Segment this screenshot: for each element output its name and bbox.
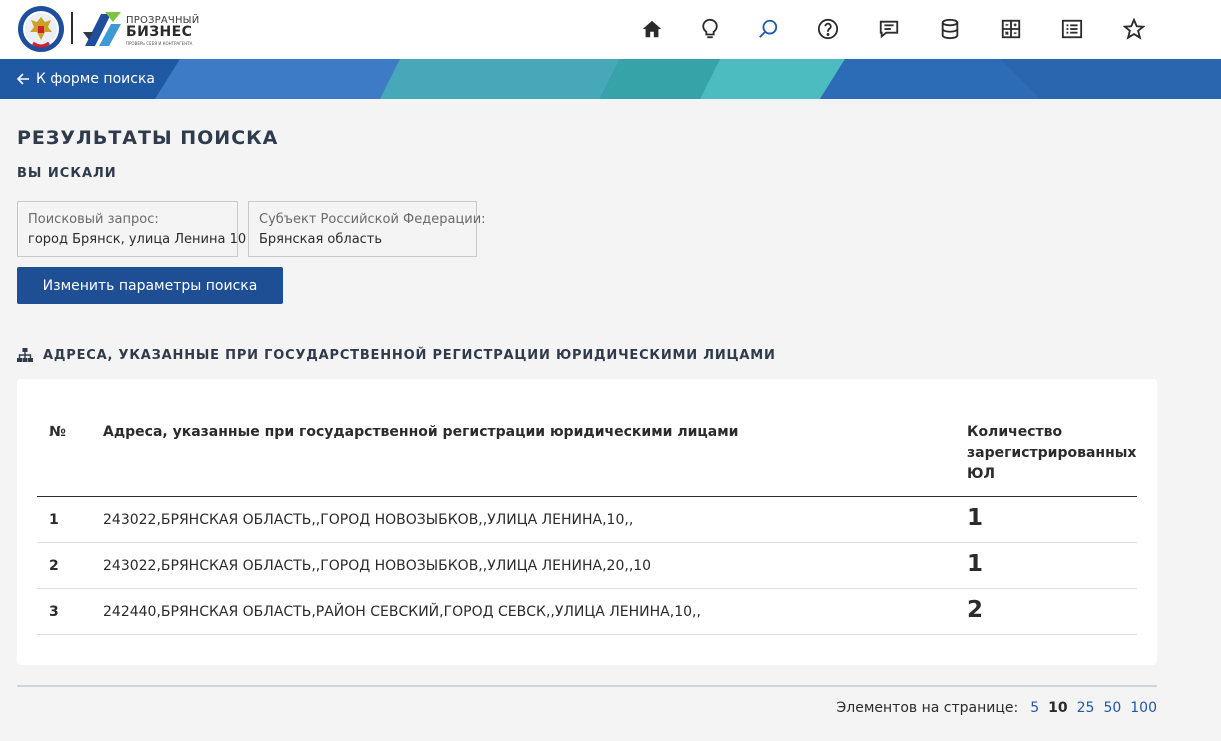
column-header-count-line: Количество [967,424,1063,440]
results-table-card: № Адреса, указанные при государственной … [17,379,1157,665]
filter-chip-value: город Брянск, улица Ленина 10 [28,232,247,247]
section-heading: АДРЕСА, УКАЗАННЫЕ ПРИ ГОСУДАРСТВЕННОЙ РЕ… [17,345,776,365]
page-size-selector: Элементов на странице: 5 10 25 50 100 [837,697,1158,719]
star-icon[interactable] [1121,16,1147,42]
row-number: 2 [49,558,59,574]
row-count: 2 [967,597,984,623]
page-size-option-50[interactable]: 50 [1103,700,1121,716]
page-title: РЕЗУЛЬТАТЫ ПОИСКА [17,127,279,149]
row-number: 3 [49,604,59,620]
page-size-option-10[interactable]: 10 [1048,700,1067,716]
section-title: АДРЕСА, УКАЗАННЫЕ ПРИ ГОСУДАРСТВЕННОЙ РЕ… [43,347,776,363]
home-icon[interactable] [639,16,665,42]
list-icon[interactable] [1059,16,1085,42]
change-search-params-button[interactable]: Изменить параметры поиска [17,267,283,304]
page-size-option-25[interactable]: 25 [1077,700,1095,716]
filter-chip-value: Брянская область [259,232,383,247]
page-size-option-100[interactable]: 100 [1130,700,1157,716]
row-address[interactable]: 243022,БРЯНСКАЯ ОБЛАСТЬ,,ГОРОД НОВОЗЫБКО… [103,558,651,574]
logo-text-sub: ПРОВЕРЬ СЕБЯ И КОНТРАГЕНТА [126,41,193,46]
row-address[interactable]: 242440,БРЯНСКАЯ ОБЛАСТЬ,РАЙОН СЕВСКИЙ,ГО… [103,604,701,620]
transparent-business-logo-icon[interactable] [81,10,123,48]
filter-chip-query: Поисковый запрос: город Брянск, улица Ле… [17,201,247,257]
arrow-left-icon [16,73,29,85]
search-icon[interactable] [755,16,781,42]
lightbulb-icon[interactable] [697,16,723,42]
column-header-count-line: ЮЛ [967,466,996,482]
row-count: 1 [967,551,984,577]
filter-chip-region: Субъект Российской Федерации: Брянская о… [248,201,486,257]
table-row[interactable]: 1 243022,БРЯНСКАЯ ОБЛАСТЬ,,ГОРОД НОВОЗЫБ… [37,497,1137,543]
row-count: 1 [967,505,984,531]
back-to-search-link[interactable]: К форме поиска [16,69,155,89]
page-size-option-5[interactable]: 5 [1030,700,1039,716]
back-link-label: К форме поиска [36,71,155,87]
page-size-label: Элементов на странице: [836,700,1019,716]
logo-separator [71,12,73,44]
column-header-count: Количество зарегистрированных ЮЛ [967,422,1136,485]
table-row[interactable]: 2 243022,БРЯНСКАЯ ОБЛАСТЬ,,ГОРОД НОВОЗЫБ… [37,543,1137,589]
top-header: ПРОЗРАЧНЫЙ БИЗНЕС ПРОВЕРЬ СЕБЯ И КОНТРАГ… [0,0,1221,59]
table-row[interactable]: 3 242440,БРЯНСКАЯ ОБЛАСТЬ,РАЙОН СЕВСКИЙ,… [37,589,1137,635]
column-header-count-line: зарегистрированных [967,445,1137,461]
sitemap-icon [17,348,33,362]
table-footer-divider [17,685,1157,687]
search-criteria-heading: ВЫ ИСКАЛИ [17,166,117,181]
row-address[interactable]: 243022,БРЯНСКАЯ ОБЛАСТЬ,,ГОРОД НОВОЗЫБКО… [103,512,633,528]
help-icon[interactable] [815,16,841,42]
logo-text-main: БИЗНЕС [126,24,193,40]
column-header-number: № [49,424,66,440]
database-icon[interactable] [937,16,963,42]
chat-icon[interactable] [876,16,902,42]
fns-emblem-icon[interactable] [17,5,65,53]
filter-chip-label: Поисковый запрос: [28,212,159,227]
filter-chip-label: Субъект Российской Федерации: [259,212,486,227]
page-banner: К форме поиска [0,59,1221,99]
banner-background [0,59,1221,99]
column-header-address: Адреса, указанные при государственной ре… [103,424,739,440]
calculator-icon[interactable] [998,16,1024,42]
row-number: 1 [49,512,59,528]
